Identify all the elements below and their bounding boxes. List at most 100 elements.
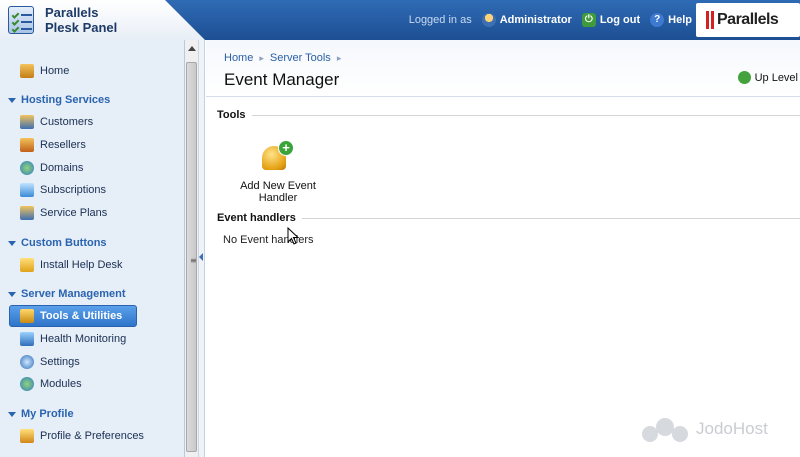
breadcrumb-separator-icon: ▸ — [336, 52, 342, 63]
bell-add-icon: + — [260, 140, 296, 174]
health-monitor-icon — [20, 332, 34, 346]
sidebar-item-tools-utilities[interactable]: Tools & Utilities — [20, 306, 122, 326]
logout-label: Log out — [599, 14, 641, 26]
logo-line2: Plesk Panel — [45, 20, 118, 35]
sidebar-item-customers[interactable]: Customers — [20, 112, 93, 132]
main-content: Home ▸ Server Tools ▸ Event Manager Up L… — [206, 40, 800, 457]
collapse-triangle-icon — [8, 97, 16, 103]
logo-area[interactable]: Parallels Plesk Panel — [0, 0, 205, 40]
sidebar-item-resellers[interactable]: Resellers — [20, 135, 86, 155]
sidebar-item-profile-preferences[interactable]: Profile & Preferences — [20, 426, 144, 446]
sidebar-item-service-plans[interactable]: Service Plans — [20, 203, 107, 223]
sidebar-item-label: Domains — [40, 162, 84, 174]
up-level-label: Up Level — [754, 71, 798, 84]
breadcrumb: Home ▸ Server Tools ▸ — [224, 52, 341, 64]
sidebar-item-label: Home — [40, 65, 70, 77]
user-bar: Logged in as Administrator ⏻ Log out ? H… — [409, 0, 692, 40]
plesk-logo-icon — [8, 6, 34, 34]
collapse-triangle-icon — [8, 291, 16, 297]
page-header: Home ▸ Server Tools ▸ Event Manager Up L… — [206, 40, 800, 97]
parallels-brand-logo[interactable]: Parallels — [696, 3, 800, 37]
user-name: Administrator — [499, 14, 572, 26]
logo-line1: Parallels — [45, 5, 99, 20]
scroll-up-arrow-icon[interactable] — [188, 46, 196, 51]
breadcrumb-separator-icon: ▸ — [259, 52, 264, 63]
service-plan-icon — [20, 206, 34, 220]
section-hosting-services[interactable]: Hosting Services — [8, 92, 110, 108]
event-handlers-heading: Event handlers — [217, 212, 296, 224]
sidebar-scrollbar[interactable]: ≡ — [185, 40, 199, 457]
up-level-arrow-icon — [737, 71, 751, 84]
section-title: My Profile — [21, 408, 74, 420]
logout-icon: ⏻ — [581, 13, 596, 27]
user-link[interactable]: Administrator — [481, 13, 572, 27]
grip-icon: ≡ — [190, 256, 197, 265]
sidebar-item-label: Subscriptions — [40, 184, 107, 196]
tools-heading: Tools — [217, 109, 246, 121]
sidebar-splitter[interactable] — [199, 40, 205, 457]
profile-card-icon — [20, 429, 34, 443]
sidebar-item-subscriptions[interactable]: Subscriptions — [20, 180, 106, 200]
section-my-profile[interactable]: My Profile — [8, 406, 74, 422]
reseller-icon — [20, 138, 34, 152]
top-bar: Parallels Plesk Panel Logged in as Admin… — [0, 0, 800, 40]
sidebar-item-home[interactable]: Home — [20, 61, 69, 81]
mouse-cursor-icon — [287, 227, 299, 245]
sidebar-item-label: Health Monitoring — [40, 333, 127, 345]
sidebar-item-label: Settings — [40, 356, 80, 368]
sidebar-item-health-monitoring[interactable]: Health Monitoring — [20, 329, 126, 349]
help-desk-icon — [20, 258, 34, 272]
sidebar: Home Hosting Services Customers Reseller… — [0, 40, 185, 457]
help-label: Help — [668, 14, 692, 26]
breadcrumb-server-tools[interactable]: Server Tools — [270, 52, 331, 64]
people-logo-icon — [640, 414, 690, 444]
help-link[interactable]: ? Help — [650, 13, 692, 27]
empty-state-text: No Event handlers — [223, 234, 314, 246]
collapse-triangle-icon — [8, 411, 16, 417]
scroll-thumb[interactable]: ≡ — [186, 62, 197, 452]
sidebar-item-label: Resellers — [40, 139, 86, 151]
collapse-sidebar-arrow-icon[interactable] — [199, 253, 203, 261]
breadcrumb-home[interactable]: Home — [224, 52, 253, 64]
add-event-handler-label: Add New Event Handler — [240, 180, 316, 204]
logged-in-label: Logged in as — [408, 14, 472, 26]
sidebar-item-label: Tools & Utilities — [40, 310, 123, 322]
page-title: Event Manager — [224, 70, 340, 89]
add-event-handler-button[interactable]: + Add New Event Handler — [234, 140, 322, 204]
sidebar-item-label: Customers — [40, 116, 94, 128]
sidebar-item-label: Service Plans — [40, 207, 108, 219]
section-title: Server Management — [21, 288, 126, 300]
divider — [301, 217, 800, 219]
help-icon: ? — [650, 13, 665, 27]
watermark-text: JodoHost — [696, 419, 768, 438]
sidebar-item-label: Profile & Preferences — [40, 430, 144, 442]
sidebar-item-label: Modules — [40, 378, 82, 390]
collapse-triangle-icon — [8, 240, 16, 246]
modules-icon — [20, 377, 34, 391]
section-server-management[interactable]: Server Management — [8, 286, 126, 302]
subscription-icon — [20, 183, 34, 197]
divider — [251, 114, 800, 116]
event-handlers-group-header: Event handlers — [217, 212, 800, 224]
section-custom-buttons[interactable]: Custom Buttons — [8, 235, 107, 251]
home-icon — [20, 64, 34, 78]
tools-icon — [20, 309, 34, 323]
up-level-link[interactable]: Up Level — [737, 71, 798, 84]
sidebar-item-domains[interactable]: Domains — [20, 158, 83, 178]
section-title: Hosting Services — [21, 94, 111, 106]
watermark: JodoHost — [640, 414, 768, 444]
domain-globe-icon — [20, 161, 34, 175]
user-icon — [481, 13, 496, 27]
sidebar-item-settings[interactable]: Settings — [20, 352, 80, 372]
logo-text: Parallels Plesk Panel — [45, 5, 117, 35]
sidebar-item-label: Install Help Desk — [40, 259, 123, 271]
logout-link[interactable]: ⏻ Log out — [581, 13, 641, 27]
settings-gear-icon — [20, 355, 34, 369]
tools-group-header: Tools — [217, 109, 800, 121]
sidebar-item-install-help-desk[interactable]: Install Help Desk — [20, 255, 123, 275]
section-title: Custom Buttons — [21, 237, 107, 249]
sidebar-item-modules[interactable]: Modules — [20, 374, 82, 394]
brand-text: Parallels — [717, 11, 779, 28]
customer-icon — [20, 115, 34, 129]
parallels-bars-icon — [706, 11, 714, 29]
